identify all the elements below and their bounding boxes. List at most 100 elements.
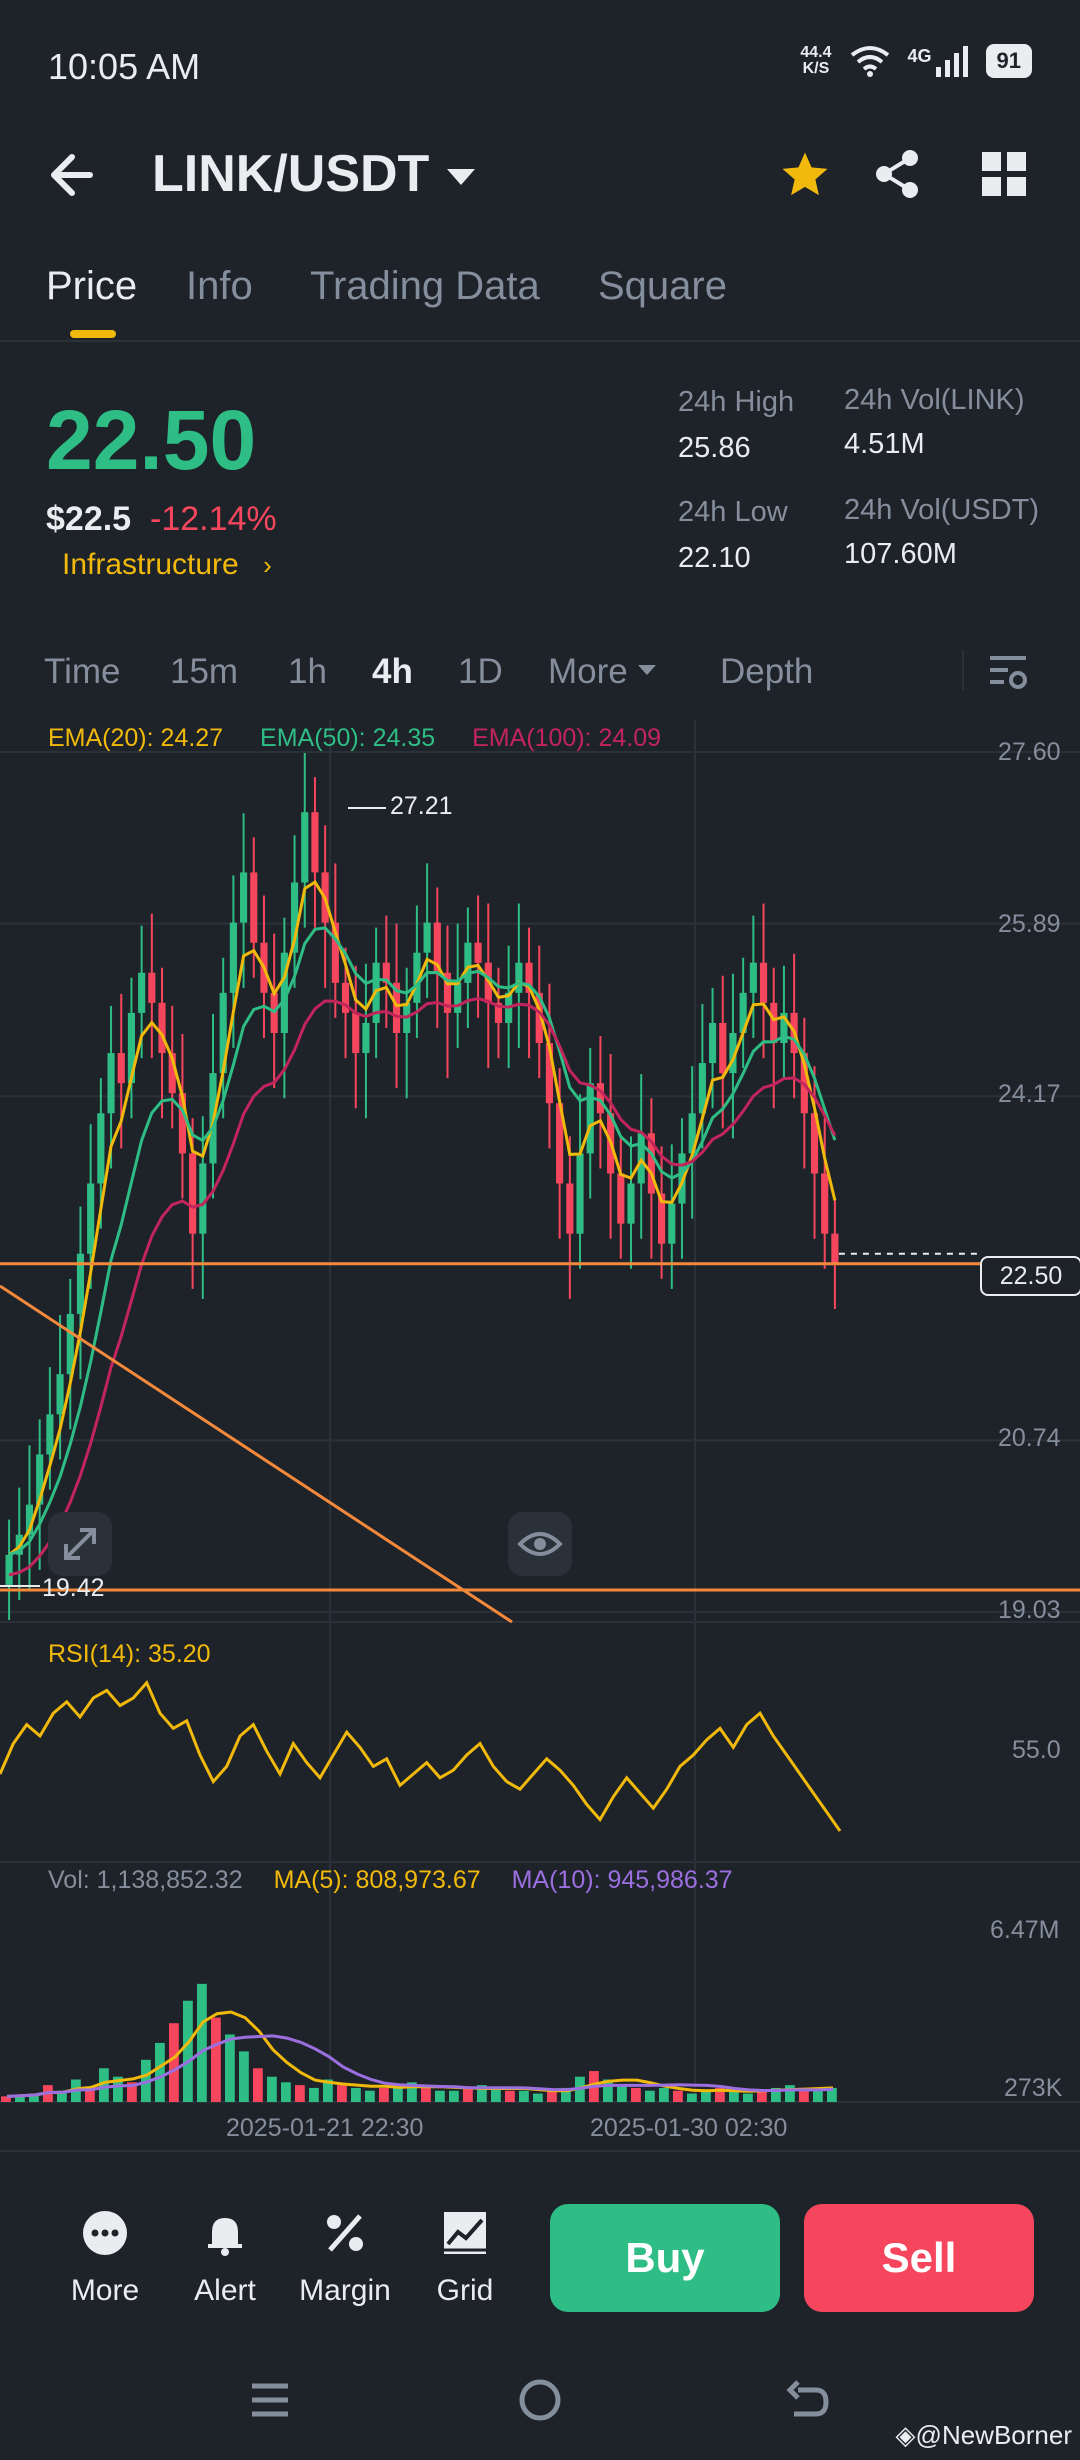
candle-body xyxy=(454,982,462,1013)
arrow-left-icon[interactable] xyxy=(40,145,110,205)
volume-bar xyxy=(295,2085,305,2102)
candle-body xyxy=(759,962,768,1003)
interval-more[interactable]: More xyxy=(548,652,656,692)
share-icon[interactable] xyxy=(872,148,924,200)
volume-bar xyxy=(183,2000,193,2102)
candle-body xyxy=(158,1002,166,1054)
expand-chart-button[interactable] xyxy=(48,1512,112,1576)
volume-bar xyxy=(617,2085,627,2102)
tab-price[interactable]: Price xyxy=(46,264,137,309)
interval-depth[interactable]: Depth xyxy=(720,652,813,692)
volume-bar xyxy=(659,2087,669,2102)
volume-bar xyxy=(729,2090,739,2102)
candle-body xyxy=(5,1554,13,1585)
signal-icon: 4G xyxy=(908,45,968,77)
ema-legend: EMA(20): 24.27 EMA(50): 24.35 EMA(100): … xyxy=(48,724,661,753)
volume-bar xyxy=(785,2085,795,2102)
candle-body xyxy=(311,812,319,873)
home-icon[interactable] xyxy=(518,2378,562,2422)
visibility-button[interactable] xyxy=(508,1512,572,1576)
interval-4h[interactable]: 4h xyxy=(372,652,413,692)
candle-body xyxy=(46,1414,54,1455)
wifi-icon xyxy=(850,46,889,77)
buy-button[interactable]: Buy xyxy=(550,2204,780,2312)
low-value: 22.10 xyxy=(678,542,751,574)
vol-base-value: 4.51M xyxy=(844,428,925,460)
volume-tick: 273K xyxy=(1004,2074,1063,2102)
tab-active-indicator xyxy=(70,330,116,338)
candle-body xyxy=(138,972,146,1013)
last-price: 22.50 xyxy=(46,393,257,487)
ema20-label: EMA(20): 24.27 xyxy=(48,724,224,752)
rsi-legend: RSI(14): 35.20 xyxy=(48,1640,211,1668)
recent-apps-icon[interactable] xyxy=(250,2380,290,2420)
more-dots-icon xyxy=(83,2211,127,2255)
eye-icon xyxy=(517,1532,563,1556)
volume-bar xyxy=(435,2090,445,2102)
volume-bar xyxy=(673,2090,683,2102)
candle-body xyxy=(770,1002,778,1044)
back-nav-icon[interactable] xyxy=(786,2380,830,2420)
chevron-down-icon xyxy=(447,169,476,186)
grid-icon[interactable] xyxy=(982,152,1026,196)
interval-1h[interactable]: 1h xyxy=(288,652,327,692)
last-price-tag: 22.50 xyxy=(980,1256,1080,1296)
volume-bar xyxy=(239,2051,249,2102)
pair-selector[interactable]: LINK/USDT xyxy=(152,144,476,204)
network-speed: 44.4 K/S xyxy=(800,44,832,77)
price-chart[interactable] xyxy=(0,712,1080,2112)
candle-body xyxy=(229,922,237,993)
bell-icon xyxy=(208,2218,242,2256)
more-label: More xyxy=(70,2274,140,2307)
volume-bar xyxy=(547,2090,557,2102)
rsi-line xyxy=(0,1680,842,1832)
price-change: -12.14% xyxy=(150,500,277,538)
vol-base-label: 24h Vol(LINK) xyxy=(844,384,1025,416)
interval-1d[interactable]: 1D xyxy=(458,652,503,692)
volume-bar xyxy=(365,2090,375,2102)
expand-icon xyxy=(64,1528,96,1560)
grid-bot-button[interactable]: Grid xyxy=(410,2210,520,2308)
star-icon[interactable] xyxy=(778,148,832,202)
margin-button[interactable]: Margin xyxy=(290,2210,400,2308)
candle-body xyxy=(250,872,258,943)
candle-body xyxy=(474,942,482,963)
ma10-label: MA(10): 945,986.37 xyxy=(511,1866,733,1894)
volume-bar xyxy=(169,2023,179,2102)
interval-time[interactable]: Time xyxy=(44,652,120,692)
category-link[interactable]: Infrastructure › xyxy=(62,548,272,582)
interval-15m[interactable]: 15m xyxy=(170,652,238,692)
volume-bar xyxy=(631,2087,641,2102)
ema20-line xyxy=(8,880,837,1556)
candle-body xyxy=(97,1113,105,1184)
more-button[interactable]: More xyxy=(50,2210,160,2308)
volume-bar xyxy=(155,2042,165,2102)
sell-button[interactable]: Sell xyxy=(804,2204,1034,2312)
candle-body xyxy=(148,972,156,1003)
binance-logo-icon: ◈ xyxy=(895,2420,916,2450)
volume-bar xyxy=(463,2087,473,2102)
high-label: 24h High xyxy=(678,386,795,418)
category-label: Infrastructure xyxy=(62,548,239,581)
pair-title: LINK/USDT xyxy=(152,145,430,203)
high-marker-label: 27.21 xyxy=(390,792,453,820)
tab-trading-data[interactable]: Trading Data xyxy=(310,264,540,309)
tab-info[interactable]: Info xyxy=(186,264,253,309)
tab-square[interactable]: Square xyxy=(598,264,727,309)
candle-body xyxy=(352,1012,360,1054)
candle-body xyxy=(240,872,248,923)
volume-bar xyxy=(197,1983,207,2102)
candle-body xyxy=(617,1173,625,1224)
volume-bar xyxy=(351,2087,361,2102)
volume-bar xyxy=(645,2090,655,2102)
volume-bar xyxy=(267,2076,277,2102)
price-tick: 25.89 xyxy=(998,910,1061,938)
candle-body xyxy=(199,1163,207,1234)
candle-body xyxy=(719,1022,727,1074)
volume-tick: 6.47M xyxy=(990,1916,1060,1944)
chart-settings-icon[interactable] xyxy=(988,652,1028,692)
volume-bar xyxy=(533,2093,543,2102)
candle-body xyxy=(117,1053,125,1084)
candle-body xyxy=(189,1153,197,1234)
alert-button[interactable]: Alert xyxy=(170,2210,280,2308)
